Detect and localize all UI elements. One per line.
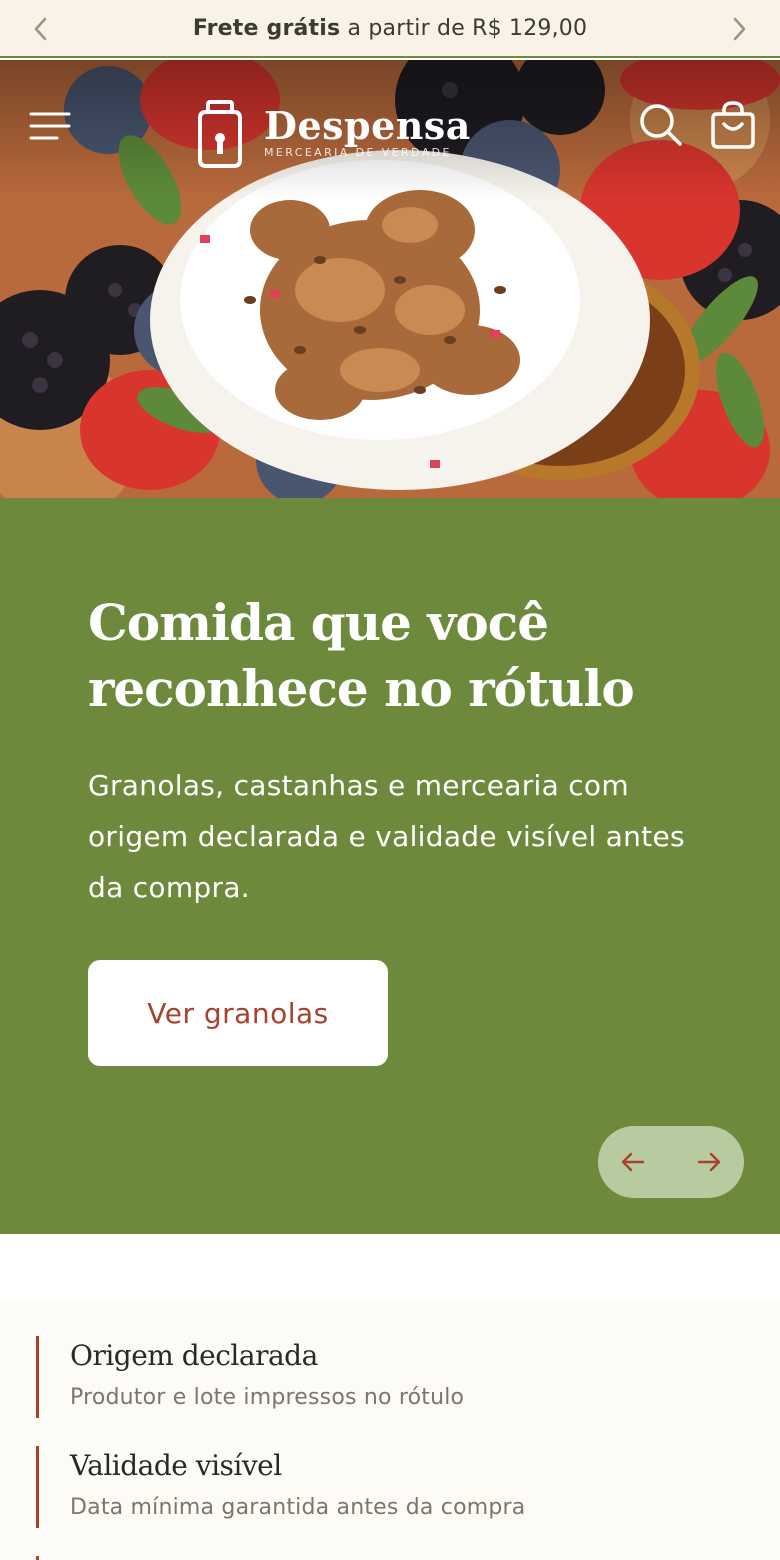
announcement-rest: a partir de R$ 129,00 (340, 15, 588, 41)
search-icon (640, 104, 682, 146)
shopping-bag-icon (711, 101, 755, 149)
hero-panel: Comida que você reconhece no rótulo Gran… (0, 498, 780, 1234)
slider-prev-button[interactable] (618, 1147, 648, 1177)
features-section: Origem declarada Produtor e lote impress… (0, 1300, 780, 1560)
brand-tagline: MERCEARIA DE VERDADE (264, 146, 452, 159)
brand-logo[interactable]: Despensa MERCEARIA DE VERDADE (192, 98, 492, 172)
announcement-bar: Frete grátis a partir de R$ 129,00 (0, 0, 780, 58)
brand-text: Despensa MERCEARIA DE VERDADE (264, 103, 471, 160)
feature-subtitle: Data mínima garantida antes da compra (70, 1495, 526, 1520)
feature-item: Validade visível Data mínima garantida a… (36, 1446, 736, 1528)
hero-description: Granolas, castanhas e mercearia com orig… (88, 769, 685, 904)
jar-logo-icon (198, 100, 242, 168)
cta-button[interactable]: Ver granolas (88, 960, 388, 1066)
announcement-text: Frete grátis a partir de R$ 129,00 (193, 16, 587, 41)
cart-button[interactable] (704, 96, 762, 154)
menu-button[interactable] (22, 104, 76, 148)
announcement-next-button[interactable] (710, 0, 768, 58)
feature-title: Validade visível (70, 1449, 282, 1482)
search-button[interactable] (634, 98, 688, 152)
arrow-left-icon (621, 1152, 645, 1172)
feature-title: Origem declarada (70, 1339, 318, 1372)
feature-item (36, 1556, 736, 1560)
arrow-right-icon (697, 1152, 721, 1172)
slider-next-button[interactable] (694, 1147, 724, 1177)
announcement-bold: Frete grátis (192, 15, 341, 41)
chevron-right-icon (733, 17, 746, 41)
chevron-left-icon (34, 17, 47, 41)
menu-icon (29, 112, 71, 140)
announcement-prev-button[interactable] (12, 0, 70, 58)
hero-title: Comida que você reconhece no rótulo (88, 593, 635, 718)
slider-pager (598, 1126, 744, 1198)
brand-name: Despensa (264, 103, 471, 148)
hero-banner: Despensa MERCEARIA DE VERDADE (0, 60, 780, 498)
feature-subtitle: Produtor e lote impressos no rótulo (70, 1385, 465, 1410)
feature-item: Origem declarada Produtor e lote impress… (36, 1336, 736, 1418)
